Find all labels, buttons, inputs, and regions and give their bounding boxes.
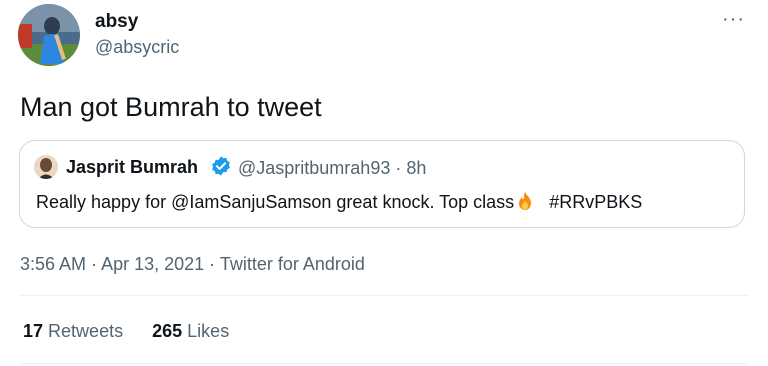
divider	[20, 295, 748, 296]
author-handle[interactable]: @absycric	[95, 37, 179, 58]
retweets-count: 17	[23, 321, 44, 341]
quoted-text-body: Really happy for @IamSanjuSamson great k…	[36, 192, 515, 212]
cricketer-avatar-icon	[18, 4, 80, 66]
quoted-avatar-icon	[34, 155, 58, 179]
meta-separator: ·	[204, 254, 220, 274]
tweet-source-link[interactable]: Twitter for Android	[220, 254, 365, 274]
tweet-time-link[interactable]: 3:56 AM	[20, 254, 86, 274]
author-display-name[interactable]: absy	[95, 11, 138, 33]
quoted-text: Really happy for @IamSanjuSamson great k…	[36, 191, 642, 213]
author-avatar[interactable]	[18, 4, 80, 66]
quoted-tweet[interactable]: Jasprit Bumrah @Jaspritbumrah93 · 8h Rea…	[19, 140, 745, 228]
likes-stat[interactable]: 265 Likes	[152, 321, 229, 342]
more-options-icon[interactable]: ···	[722, 8, 745, 31]
retweets-stat[interactable]: 17 Retweets	[23, 321, 123, 342]
fire-emoji-icon	[519, 192, 532, 210]
tweet-card: absy @absycric ··· Man got Bumrah to twe…	[0, 0, 768, 366]
quoted-display-name: Jasprit Bumrah	[66, 157, 199, 177]
meta-separator: ·	[86, 254, 102, 274]
tweet-text: Man got Bumrah to tweet	[20, 92, 322, 122]
tweet-meta: 3:56 AM · Apr 13, 2021 · Twitter for And…	[20, 254, 365, 275]
retweets-label: Retweets	[48, 321, 124, 341]
quoted-author-avatar	[34, 155, 58, 179]
likes-count: 265	[152, 321, 183, 341]
engagement-stats: 17 Retweets 265 Likes	[23, 321, 253, 342]
divider	[20, 363, 748, 364]
tweet-date-link[interactable]: Apr 13, 2021	[101, 254, 204, 274]
quoted-handle-time: @Jaspritbumrah93 · 8h	[238, 158, 427, 178]
quoted-hashtag[interactable]: #RRvPBKS	[549, 192, 642, 212]
verified-badge-icon	[212, 156, 230, 176]
likes-label: Likes	[187, 321, 230, 341]
